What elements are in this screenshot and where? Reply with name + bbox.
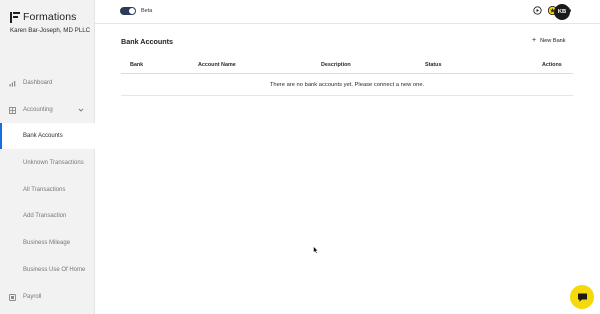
topbar-divider (95, 23, 600, 24)
play-circle-icon[interactable] (533, 6, 542, 15)
sidebar-item-business-use-of-home[interactable]: Business Use Of Home (0, 257, 95, 283)
company-name[interactable]: Karen Bar-Joseph, MD PLLC (10, 26, 92, 35)
sidebar-item-unknown-transactions[interactable]: Unknown Transactions (0, 150, 95, 176)
page-title: Bank Accounts (121, 37, 174, 46)
sidebar-item-all-transactions[interactable]: All Transactions (0, 177, 95, 203)
chat-bubble-icon (577, 293, 587, 302)
beta-toggle-group: Beta (120, 7, 152, 15)
column-header-status: Status (425, 62, 442, 68)
chat-button[interactable] (570, 285, 594, 309)
sidebar-item-business-mileage[interactable]: Business Mileage (0, 230, 95, 256)
avatar[interactable]: KB (554, 4, 570, 20)
sidebar-item-label: Accounting (23, 107, 53, 113)
column-header-actions: Actions (542, 62, 562, 68)
brand-logo[interactable]: Formations (10, 11, 77, 23)
sidebar-item-label: Dashboard (23, 80, 53, 86)
sidebar-item-label: Payroll (23, 294, 42, 300)
new-bank-label: New Bank (540, 37, 566, 44)
accounting-icon (9, 106, 16, 114)
column-header-account-name: Account Name (198, 62, 236, 68)
sidebar-item-dashboard[interactable]: Dashboard (0, 70, 95, 96)
empty-state-message: There are no bank accounts yet. Please c… (121, 74, 573, 96)
dashboard-icon (9, 80, 16, 87)
sidebar-item-bank-accounts[interactable]: Bank Accounts (0, 123, 95, 149)
payroll-icon (9, 293, 16, 301)
sidebar-item-label: Add Transaction (23, 213, 67, 219)
sidebar-item-label: Business Mileage (23, 240, 71, 246)
sidebar-item-payroll[interactable]: Payroll (0, 284, 95, 310)
column-header-description: Description (321, 62, 351, 68)
formations-logo-icon (10, 11, 20, 23)
sidebar-item-label: Bank Accounts (23, 133, 63, 139)
sidebar: Formations Karen Bar-Joseph, MD PLLC Das… (0, 0, 95, 314)
bank-accounts-table: Bank Account Name Description Status Act… (121, 58, 573, 96)
plus-icon: + (532, 37, 537, 44)
beta-toggle[interactable] (120, 7, 136, 15)
sidebar-item-label: Business Use Of Home (23, 267, 86, 273)
table-header: Bank Account Name Description Status Act… (121, 58, 573, 74)
new-bank-button[interactable]: + New Bank (532, 37, 566, 44)
sidebar-item-label: Unknown Transactions (23, 160, 84, 166)
sidebar-item-add-transaction[interactable]: Add Transaction (0, 203, 95, 229)
brand-name: Formations (23, 11, 77, 23)
beta-label: Beta (141, 8, 153, 14)
sidebar-item-label: All Transactions (23, 187, 66, 193)
sidebar-item-accounting[interactable]: Accounting (0, 97, 95, 123)
column-header-bank: Bank (130, 62, 144, 68)
chevron-down-icon[interactable] (78, 107, 84, 113)
mouse-cursor-icon (313, 246, 319, 254)
